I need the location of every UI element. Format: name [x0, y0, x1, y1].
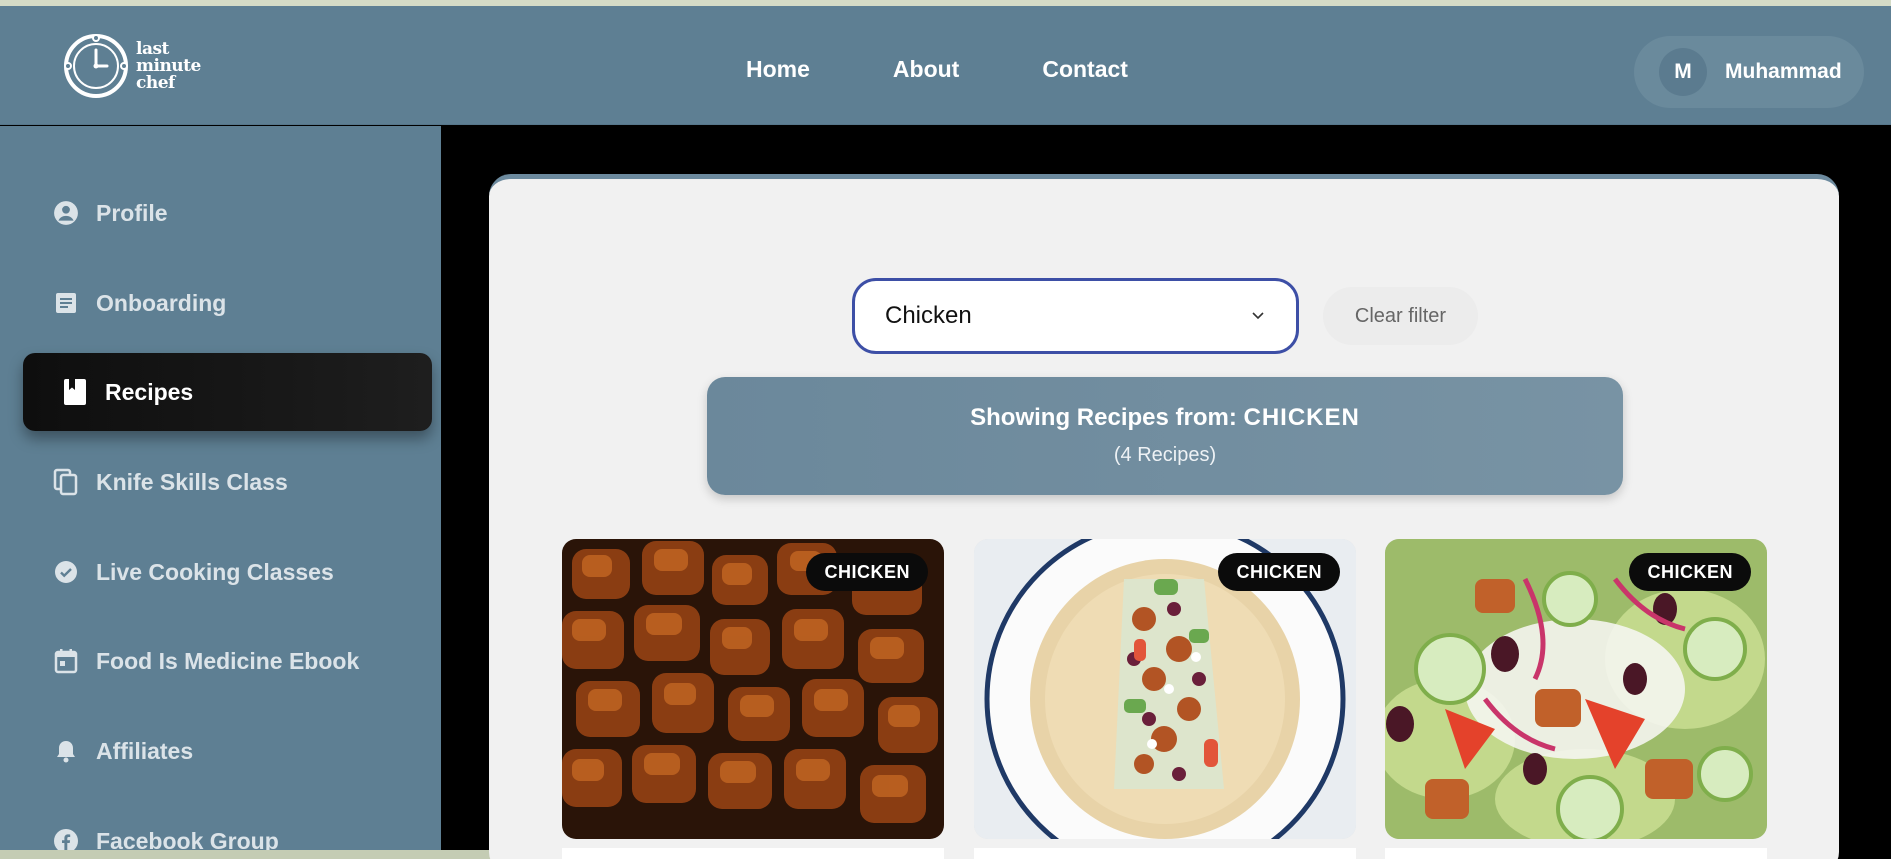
sidebar-item-label: Profile	[96, 199, 168, 226]
category-select-value: Chicken	[885, 302, 972, 329]
filter-summary-banner: Showing Recipes from: CHICKEN (4 Recipes…	[707, 377, 1623, 495]
banner-category: CHICKEN	[1243, 404, 1360, 431]
user-menu-button[interactable]: M Muhammad	[1634, 36, 1864, 108]
sidebar-item-recipes[interactable]: Recipes	[23, 353, 432, 431]
recipe-card-footer	[562, 848, 944, 859]
recipe-card[interactable]: CHICKEN	[1385, 539, 1767, 839]
banner-title: Showing Recipes from: CHICKEN	[707, 404, 1623, 432]
logo-line-3: chef	[136, 72, 175, 93]
site-header: last minute chef Home About Contact M Mu…	[0, 6, 1891, 125]
nav-about-link[interactable]: About	[893, 56, 959, 83]
sidebar-item-profile[interactable]: Profile	[0, 174, 441, 252]
category-badge: CHICKEN	[1629, 553, 1751, 591]
category-select[interactable]: Chicken	[852, 278, 1299, 354]
bell-icon	[52, 737, 80, 765]
sidebar-item-label: Food Is Medicine Ebook	[96, 647, 360, 674]
main-nav: Home About Contact	[746, 56, 1128, 83]
sidebar-item-label: Affiliates	[96, 737, 194, 764]
sidebar-item-ebook[interactable]: Food Is Medicine Ebook	[0, 622, 441, 700]
category-badge: CHICKEN	[1218, 553, 1340, 591]
sidebar-item-affiliates[interactable]: Affiliates	[0, 712, 441, 790]
banner-count: (4 Recipes)	[1113, 444, 1217, 466]
calendar-icon	[52, 647, 80, 675]
sidebar: Profile Onboarding Recipes Knife Skills …	[0, 126, 441, 859]
avatar: M	[1659, 48, 1707, 96]
recipe-card-footer	[974, 848, 1356, 859]
banner-prefix: Showing Recipes from:	[970, 404, 1244, 431]
category-badge: CHICKEN	[806, 553, 928, 591]
sidebar-item-label: Live Cooking Classes	[96, 558, 334, 585]
logo-line-2: minute	[136, 55, 201, 76]
sidebar-item-onboarding[interactable]: Onboarding	[0, 264, 441, 342]
book-icon	[61, 378, 89, 406]
copy-icon	[52, 468, 80, 496]
chevron-down-icon	[1252, 312, 1264, 320]
recipe-card[interactable]: CHICKEN	[974, 539, 1356, 839]
clock-icon	[64, 34, 128, 98]
sidebar-item-label: Knife Skills Class	[96, 468, 288, 495]
sidebar-item-label: Recipes	[105, 378, 194, 405]
user-name: Muhammad	[1725, 60, 1842, 83]
nav-home-link[interactable]: Home	[746, 56, 810, 83]
recipe-card[interactable]: CHICKEN	[562, 539, 944, 839]
sidebar-item-live-cooking[interactable]: Live Cooking Classes	[0, 533, 441, 611]
sidebar-item-label: Onboarding	[96, 289, 227, 316]
recipe-card-footer	[1385, 848, 1767, 859]
logo-line-1: last	[136, 38, 169, 59]
document-icon	[52, 289, 80, 317]
check-circle-icon	[52, 558, 80, 586]
logo[interactable]: last minute chef	[62, 32, 201, 100]
sidebar-item-knife-skills[interactable]: Knife Skills Class	[0, 443, 441, 521]
logo-text: last minute chef	[136, 38, 201, 93]
account-circle-icon	[52, 199, 80, 227]
nav-contact-link[interactable]: Contact	[1042, 56, 1128, 83]
clear-filter-button[interactable]: Clear filter	[1323, 287, 1478, 345]
